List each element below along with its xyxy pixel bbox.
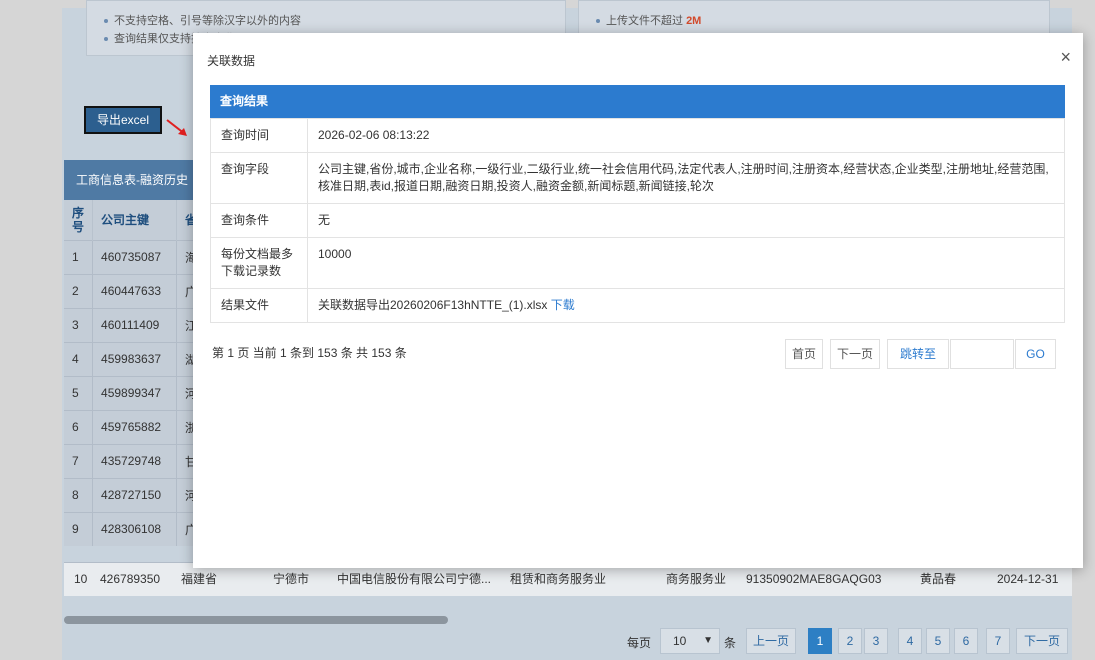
page-button-6[interactable]: 6 [954,628,978,654]
chevron-down-icon: ▼ [703,635,713,646]
info-key: 查询字段 [210,152,308,204]
download-link[interactable]: 下载 [551,298,575,312]
close-icon[interactable]: × [1060,47,1071,67]
bullet-icon [596,19,600,24]
export-excel-button[interactable]: 导出excel [84,106,162,134]
bullet-icon [104,19,108,24]
jump-page-input[interactable] [950,339,1014,369]
info-row-query-fields: 查询字段 公司主键,省份,城市,企业名称,一级行业,二级行业,统一社会信用代码,… [210,152,1065,204]
modal-title: 关联数据 [207,54,256,68]
info-key: 查询时间 [210,118,308,153]
result-header: 查询结果 [210,85,1065,118]
info-row-query-conditions: 查询条件 无 [210,203,1065,238]
per-page-select[interactable]: 10 ▼ [660,628,720,654]
info-value: 公司主键,省份,城市,企业名称,一级行业,二级行业,统一社会信用代码,法定代表人… [307,152,1065,204]
info-row-result-file: 结果文件 关联数据导出20260206F13hNTTE_(1).xlsx 下载 [210,288,1065,323]
info-value: 10000 [307,237,1065,289]
result-filename: 关联数据导出20260206F13hNTTE_(1).xlsx [318,298,548,312]
page-button-1[interactable]: 1 [808,628,832,654]
page-button-3[interactable]: 3 [864,628,888,654]
page-button-7[interactable]: 7 [986,628,1010,654]
bullet-icon [104,37,108,42]
info-key: 查询条件 [210,203,308,238]
tip-line: 上传文件不超过 2M [596,12,701,28]
next-page-button[interactable]: 下一页 [1016,628,1068,654]
page-button-2[interactable]: 2 [838,628,862,654]
info-row-query-time: 查询时间 2026-02-06 08:13:22 [210,118,1065,153]
query-info-table: 查询时间 2026-02-06 08:13:22 查询字段 公司主键,省份,城市… [210,118,1065,323]
page-info: 第 1 页 当前 1 条到 153 条 共 153 条 [212,346,407,360]
info-value: 2026-02-06 08:13:22 [307,118,1065,153]
info-value: 无 [307,203,1065,238]
info-key: 每份文档最多下载记录数 [210,237,308,289]
page-button-4[interactable]: 4 [898,628,922,654]
scrollbar-thumb[interactable] [64,616,448,624]
prev-page-button[interactable]: 上一页 [746,628,796,654]
red-arrow-icon [166,119,187,136]
per-page-suffix: 条 [724,636,737,650]
page-button-5[interactable]: 5 [926,628,950,654]
tip-line: 不支持空格、引号等除汉字以外的内容 [104,12,301,28]
jump-to-label: 跳转至 [887,339,949,369]
info-value: 关联数据导出20260206F13hNTTE_(1).xlsx 下载 [307,288,1065,323]
info-key: 结果文件 [210,288,308,323]
first-page-button[interactable]: 首页 [785,339,823,369]
column-header-company-id: 公司主键 [92,200,178,240]
info-row-max-records: 每份文档最多下载记录数 10000 [210,237,1065,289]
column-header-index: 序号 [64,200,94,240]
related-data-modal: 关联数据 × 查询结果 查询时间 2026-02-06 08:13:22 查询字… [193,33,1083,568]
modal-next-page-button[interactable]: 下一页 [830,339,880,369]
per-page-label: 每页 [627,636,652,650]
go-button[interactable]: GO [1015,339,1056,369]
